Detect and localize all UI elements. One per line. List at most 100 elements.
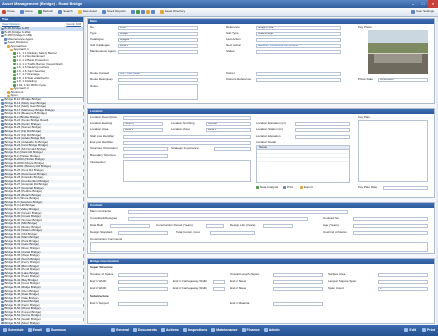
tool-icon-2[interactable]	[135, 10, 140, 14]
catalogue-field[interactable]: Bridges	[118, 37, 198, 42]
end-identifier-field[interactable]	[123, 140, 251, 145]
northing-field[interactable]: 321388	[206, 121, 251, 126]
easting-field[interactable]: 605672	[123, 121, 163, 126]
surface-area-field[interactable]	[378, 272, 428, 277]
status-field[interactable]	[256, 49, 341, 54]
refresh-button[interactable]: Refresh	[37, 9, 53, 14]
notes-field[interactable]	[118, 84, 198, 100]
date-built-label: Date Built	[90, 223, 104, 227]
start-identifier-field[interactable]	[123, 134, 251, 139]
tab-inspections[interactable]: Inspections	[182, 328, 207, 333]
email-button[interactable]: Email	[27, 328, 42, 333]
construction-comments-field[interactable]	[90, 242, 428, 252]
tab-documents[interactable]: Documents	[132, 328, 157, 333]
next-action-field[interactable]: General - 14/10/2011 BCI 100038	[256, 43, 341, 48]
route-desc-field[interactable]	[118, 77, 198, 82]
tab-finance[interactable]: Finance	[241, 328, 260, 333]
location-area-field[interactable]: Zone 1	[123, 127, 163, 132]
minimize-icon[interactable]: –	[408, 0, 418, 8]
home-button[interactable]: Home	[19, 9, 33, 14]
maximize-icon[interactable]: □	[418, 0, 428, 8]
main-contractor-field[interactable]	[128, 209, 348, 214]
print-icon	[422, 328, 427, 333]
close-icon[interactable]: ×	[428, 0, 438, 8]
type-field[interactable]: Bridge	[118, 31, 198, 36]
stock-reports-button[interactable]: Stock Reports	[101, 9, 126, 14]
tab-admin[interactable]: Admin	[263, 328, 280, 333]
station-field[interactable]	[295, 127, 350, 132]
no-field[interactable]: B-18	[118, 25, 198, 30]
boundary-structure-field[interactable]	[123, 153, 168, 158]
tool-icon-5[interactable]	[150, 10, 155, 14]
reference-field[interactable]: bridge b-18a	[256, 25, 341, 30]
bridge-icon	[1, 180, 4, 183]
key-photo-image[interactable]	[368, 30, 428, 74]
location-zone-field[interactable]: Zone 1	[206, 127, 251, 132]
export-button[interactable]: Export	[300, 185, 313, 190]
print-location-button[interactable]: Print	[283, 185, 293, 190]
tool-icon-1[interactable]	[130, 10, 135, 14]
construction-period-field[interactable]	[206, 223, 224, 228]
tab-actions[interactable]: Actions	[161, 328, 179, 333]
new-asset-button[interactable]: New Asset	[77, 9, 97, 14]
bridge-icon	[1, 318, 4, 321]
contract-no-field[interactable]	[353, 216, 428, 221]
search-button[interactable]: Search	[58, 9, 73, 14]
close-toolbar-button[interactable]: Close	[2, 9, 15, 14]
end2-carriageway-field[interactable]	[213, 286, 225, 291]
tree-node-icon	[7, 45, 10, 48]
print-button[interactable]: Print	[422, 328, 435, 333]
largest-span-field[interactable]	[378, 279, 428, 284]
cost-per-m2-field[interactable]	[353, 230, 428, 235]
end1-support-field[interactable]	[118, 301, 168, 306]
location-detail-grid[interactable]: Name	[256, 145, 350, 183]
end1-skew-field[interactable]	[273, 279, 323, 284]
intersection-field[interactable]	[123, 160, 251, 182]
consultant-field[interactable]	[128, 216, 308, 221]
elevation-field[interactable]	[295, 121, 350, 126]
end1-carriageway-field[interactable]	[213, 279, 225, 284]
asset-tree[interactable]: B-18 (bridge b-18) B-18 (bridge b-18a) B-1…	[0, 27, 83, 97]
subtype-field[interactable]: Road Bridge	[256, 31, 341, 36]
key-plan-image[interactable]	[358, 120, 428, 182]
key-plan-date-field[interactable]	[383, 185, 428, 190]
end2-skew-field[interactable]	[273, 286, 323, 291]
route-contact-field[interactable]: MG - Over Asset	[118, 71, 198, 76]
edit-button[interactable]: Edit	[404, 328, 416, 333]
subcat-field[interactable]: Zone 1	[118, 43, 198, 48]
tab-maintenance[interactable]: Maintenance	[211, 328, 238, 333]
tool-icon-3[interactable]	[140, 10, 145, 14]
end1-width-field[interactable]	[118, 279, 168, 284]
owner-field[interactable]	[256, 71, 341, 76]
user-settings-button[interactable]: User Settings	[410, 9, 434, 14]
location-description-field[interactable]	[123, 115, 251, 120]
overall-length-field[interactable]	[273, 272, 323, 277]
maintenance-agent-field[interactable]	[118, 49, 198, 54]
tab-general[interactable]: General	[110, 328, 129, 333]
tool-icon-4[interactable]	[145, 10, 150, 14]
number-of-spans-field[interactable]	[118, 272, 168, 277]
photo-date-field[interactable]: 05/12/2004	[378, 77, 428, 82]
asset-directory-button[interactable]: Asset Directory	[159, 9, 185, 14]
last-action-field[interactable]	[256, 37, 341, 42]
design-life-field[interactable]	[263, 223, 293, 228]
owners-reference-field[interactable]	[256, 77, 341, 82]
bridge-icon	[1, 279, 4, 282]
data-analysis-button[interactable]: Data Analysis	[256, 185, 278, 190]
structure-orientation-field[interactable]	[123, 146, 168, 151]
grid-row[interactable]	[257, 158, 349, 162]
end1-material-field[interactable]	[273, 301, 323, 306]
span-count-field[interactable]: 1	[378, 286, 428, 291]
end2-width-field[interactable]	[118, 286, 168, 291]
age-field[interactable]	[353, 223, 428, 228]
end2-carriageway-label: End 2 Carriageway Width	[173, 286, 208, 290]
schedule-button[interactable]: Schedule	[3, 328, 24, 333]
asset-list[interactable]: Bridge B-10 (Bridge Bridge) Bridge B-13 (…	[0, 97, 84, 325]
design-standard-field[interactable]	[118, 230, 168, 235]
view-options-link[interactable]: View Options	[2, 22, 20, 26]
summon-button[interactable]: Summon	[45, 328, 66, 333]
strategic-importance-field[interactable]	[214, 146, 251, 151]
date-built-field[interactable]	[110, 223, 150, 228]
total-cost-field[interactable]	[210, 230, 255, 235]
location-elevation-field[interactable]	[295, 134, 350, 139]
